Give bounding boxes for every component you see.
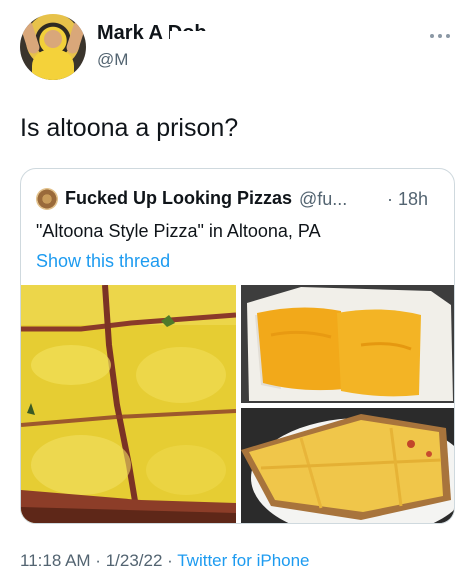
redaction-cover [170,18,250,46]
author-handle[interactable]: @M [97,50,128,70]
pizza-closeup-image [21,285,236,523]
quoted-tweet-card[interactable]: Fucked Up Looking Pizzas @fu... · 18h "A… [20,168,455,524]
quoted-author-name[interactable]: Fucked Up Looking Pizzas [65,188,292,209]
pizza-slices-image [241,285,454,403]
tweet-time[interactable]: 11:18 AM [20,551,91,570]
show-thread-link[interactable]: Show this thread [36,251,170,272]
meta-separator: · [162,551,178,570]
quoted-timestamp[interactable]: 18h [398,189,428,210]
author-avatar[interactable] [20,14,86,80]
more-icon[interactable] [427,28,453,44]
avatar-arm-left [20,18,41,56]
more-dot [430,34,434,38]
pizza-photo-whole[interactable] [241,408,454,523]
avatar-face [44,30,62,48]
quoted-author-handle[interactable]: @fu... [299,189,347,210]
tweet-source-link[interactable]: Twitter for iPhone [177,551,309,570]
redaction-cover [130,46,250,72]
pizza-photo-closeup[interactable] [21,285,236,523]
pizza-whole-image [241,408,454,523]
pizza-photo-slices[interactable] [241,285,454,403]
avatar-shirt [32,50,74,80]
quoted-time-separator: · [387,189,393,209]
meta-separator: · [90,551,106,570]
avatar-arm-right [65,18,86,56]
more-dot [438,34,442,38]
tweet-date[interactable]: 1/23/22 [106,551,163,570]
tweet-metadata: 11:18 AM · 1/23/22 · Twitter for iPhone [20,551,310,571]
quoted-author-avatar[interactable] [36,188,58,210]
quoted-tweet-text: "Altoona Style Pizza" in Altoona, PA [36,221,321,241]
more-dot [446,34,450,38]
tweet-text: Is altoona a prison? [20,114,239,142]
